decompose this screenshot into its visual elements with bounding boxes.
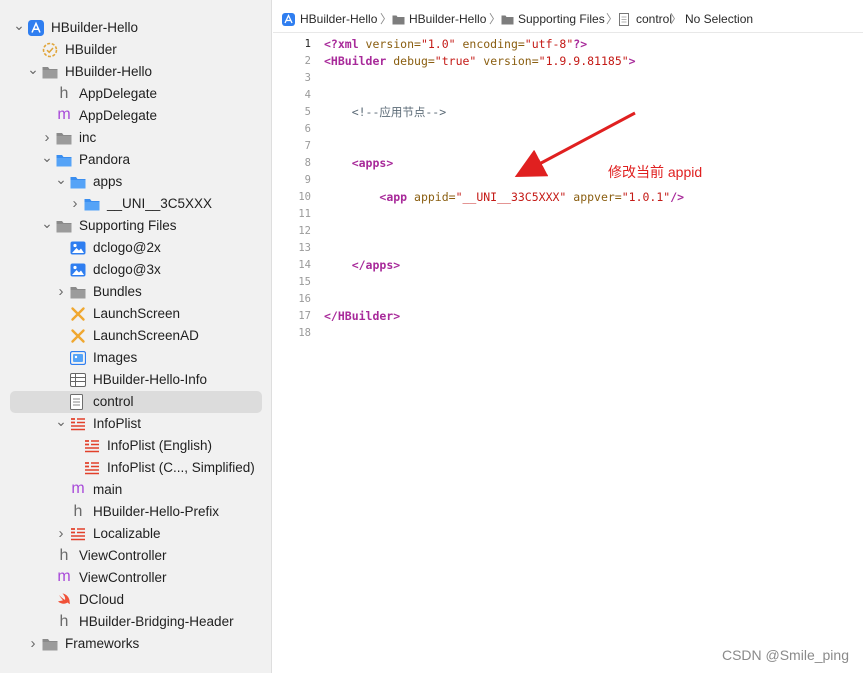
watermark: CSDN @Smile_ping [721, 647, 849, 663]
annotation-text: 修改当前 appid [608, 164, 703, 180]
red-arrow-annotation [514, 111, 636, 178]
